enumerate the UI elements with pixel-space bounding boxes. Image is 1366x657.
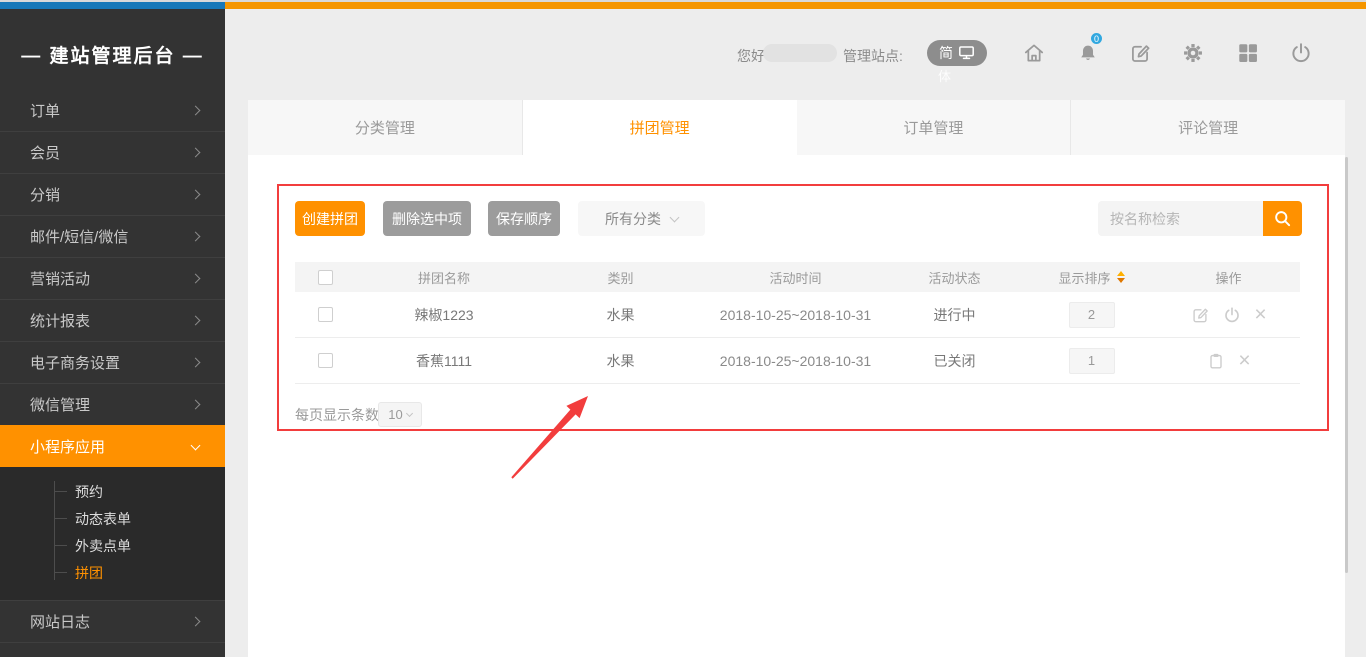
copy-clipboard-icon[interactable] [1206, 351, 1226, 371]
delete-x-icon[interactable]: × [1238, 351, 1250, 371]
sort-down-icon [1117, 278, 1125, 283]
scrollbar[interactable] [1345, 157, 1348, 573]
submenu-item-takeout-orders[interactable]: 外卖点单 [0, 532, 225, 559]
sidebar-item-mail-sms-wechat[interactable]: 邮件/短信/微信 [0, 215, 225, 257]
username-redacted [763, 44, 837, 62]
chevron-right-icon [191, 190, 201, 200]
edit-icon[interactable] [1190, 305, 1210, 325]
sidebar-item-distribution[interactable]: 分销 [0, 173, 225, 215]
edit-icon[interactable] [1128, 41, 1152, 65]
row-checkbox[interactable] [318, 353, 333, 368]
submenu-item-booking[interactable]: 预约 [0, 478, 225, 505]
sidebar-submenu: 预约 动态表单 外卖点单 拼团 [0, 467, 225, 600]
site-label: 管理站点: [843, 46, 903, 66]
sidebar: — 建站管理后台 — 订单 会员 分销 邮件/短信/微信 营销活动 [0, 9, 225, 657]
gear-icon[interactable] [1181, 41, 1205, 65]
chevron-down-icon [406, 410, 413, 417]
per-page-label: 每页显示条数 [295, 405, 379, 425]
search-icon [1273, 209, 1292, 228]
col-header-status: 活动状态 [883, 268, 1026, 287]
submenu-item-dynamic-forms[interactable]: 动态表单 [0, 505, 225, 532]
sidebar-item-miniprogram-apps[interactable]: 小程序应用 [0, 425, 225, 467]
cell-time: 2018-10-25~2018-10-31 [708, 353, 883, 369]
language-label: 简 [939, 43, 953, 63]
cell-status: 进行中 [883, 305, 1026, 325]
save-order-button[interactable]: 保存顺序 [488, 201, 560, 236]
cell-name: 辣椒1223 [355, 305, 533, 325]
search-input[interactable] [1098, 201, 1263, 236]
chevron-right-icon [191, 148, 201, 158]
chevron-right-icon [191, 106, 201, 116]
delete-x-icon[interactable]: × [1254, 305, 1266, 325]
search-button[interactable] [1263, 201, 1302, 236]
sort-order-input[interactable]: 1 [1069, 348, 1115, 374]
col-header-time: 活动时间 [708, 268, 883, 287]
cell-category: 水果 [533, 305, 708, 325]
sidebar-item-ecommerce-settings[interactable]: 电子商务设置 [0, 341, 225, 383]
power-toggle-icon[interactable] [1222, 305, 1242, 325]
sidebar-item-members[interactable]: 会员 [0, 131, 225, 173]
chevron-right-icon [191, 232, 201, 242]
sort-up-icon [1117, 271, 1125, 276]
tab-order-management[interactable]: 订单管理 [797, 100, 1072, 155]
category-filter-dropdown[interactable]: 所有分类 [578, 201, 705, 236]
chevron-right-icon [191, 400, 201, 410]
monitor-icon [958, 45, 975, 61]
tab-group-buy-management[interactable]: 拼团管理 [523, 100, 797, 155]
top-strip-orange [225, 2, 1366, 9]
row-checkbox[interactable] [318, 307, 333, 322]
sort-toggle-icon[interactable] [1117, 271, 1125, 283]
col-header-actions: 操作 [1215, 268, 1241, 287]
col-header-name: 拼团名称 [355, 268, 533, 287]
language-label-wrap: 体 [938, 66, 951, 85]
cell-status: 已关闭 [883, 351, 1026, 371]
sidebar-item-wechat-management[interactable]: 微信管理 [0, 383, 225, 425]
sidebar-item-site-logs[interactable]: 网站日志 [0, 600, 225, 642]
cell-name: 香蕉1111 [355, 351, 533, 371]
chevron-right-icon [191, 274, 201, 284]
home-icon[interactable] [1022, 41, 1046, 65]
create-group-buy-button[interactable]: 创建拼团 [295, 201, 365, 236]
table-header-row: 拼团名称 类别 活动时间 活动状态 显示排序 操作 [295, 262, 1300, 292]
group-buy-table: 拼团名称 类别 活动时间 活动状态 显示排序 操作 辣椒1223 水果 2018… [295, 262, 1300, 384]
chevron-right-icon [191, 617, 201, 627]
top-strip-blue [0, 2, 225, 9]
tab-comment-management[interactable]: 评论管理 [1071, 100, 1345, 155]
submenu-item-group-buy[interactable]: 拼团 [0, 559, 225, 586]
chevron-right-icon [191, 316, 201, 326]
sort-order-input[interactable]: 2 [1069, 302, 1115, 328]
chevron-down-icon [191, 440, 201, 450]
power-logout-icon[interactable] [1289, 41, 1313, 65]
col-header-order: 显示排序 [1058, 268, 1110, 287]
table-row: 辣椒1223 水果 2018-10-25~2018-10-31 进行中 2 [295, 292, 1300, 338]
tab-bar: 分类管理 拼团管理 订单管理 评论管理 [248, 100, 1345, 155]
sidebar-item-orders[interactable]: 订单 [0, 99, 225, 131]
select-all-checkbox[interactable] [318, 270, 333, 285]
cell-category: 水果 [533, 351, 708, 371]
tab-category-management[interactable]: 分类管理 [248, 100, 523, 155]
sidebar-item-marketing[interactable]: 营销活动 [0, 257, 225, 299]
language-site-switcher[interactable]: 简 [927, 40, 987, 66]
chevron-down-icon [670, 212, 680, 222]
sidebar-item-statistics[interactable]: 统计报表 [0, 299, 225, 341]
greeting-label: 您好 [737, 46, 765, 66]
delete-selected-button[interactable]: 删除选中项 [383, 201, 471, 236]
sidebar-menu: 订单 会员 分销 邮件/短信/微信 营销活动 统计报表 [0, 99, 225, 657]
apps-grid-icon[interactable] [1236, 41, 1260, 65]
notification-badge: 0 [1089, 31, 1104, 46]
table-row: 香蕉1111 水果 2018-10-25~2018-10-31 已关闭 1 × [295, 338, 1300, 384]
admin-dashboard: — 建站管理后台 — 订单 会员 分销 邮件/短信/微信 营销活动 [0, 0, 1366, 657]
per-page-dropdown[interactable]: 10 [378, 402, 422, 427]
cell-time: 2018-10-25~2018-10-31 [708, 307, 883, 323]
col-header-category: 类别 [533, 268, 708, 287]
app-title: — 建站管理后台 — [0, 9, 225, 99]
chevron-right-icon [191, 358, 201, 368]
sidebar-filler [0, 642, 225, 657]
